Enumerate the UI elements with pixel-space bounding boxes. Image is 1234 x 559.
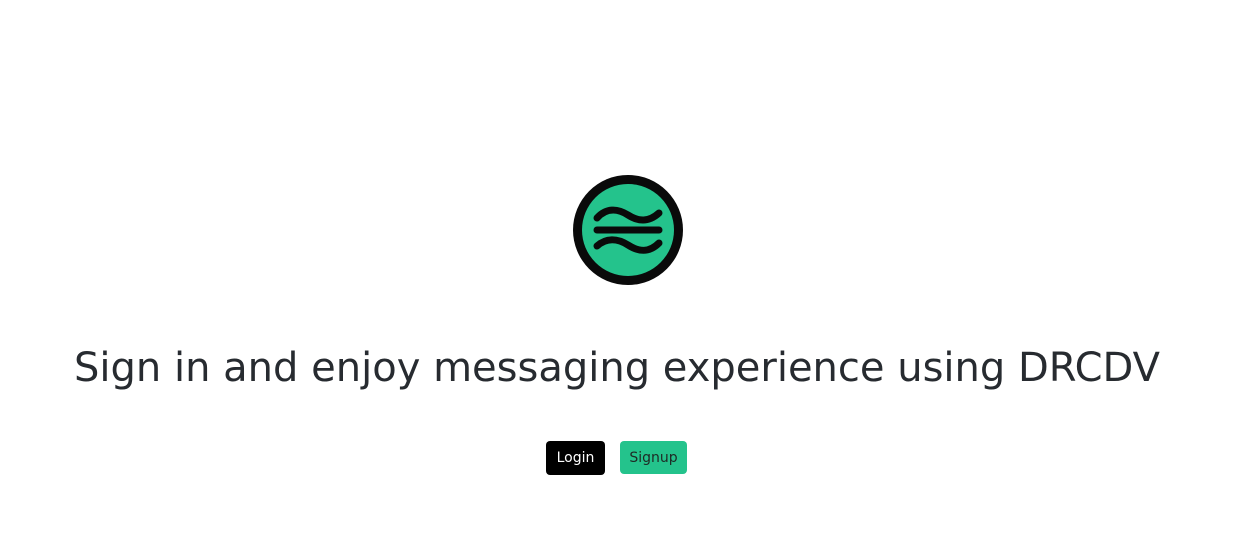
signup-button[interactable]: Signup xyxy=(620,441,687,474)
page-headline: Sign in and enjoy messaging experience u… xyxy=(74,345,1160,391)
wave-logo-icon xyxy=(573,175,683,285)
login-button[interactable]: Login xyxy=(546,441,605,475)
auth-actions: Login Signup xyxy=(0,441,1234,475)
drcdv-logo-icon xyxy=(573,175,683,285)
